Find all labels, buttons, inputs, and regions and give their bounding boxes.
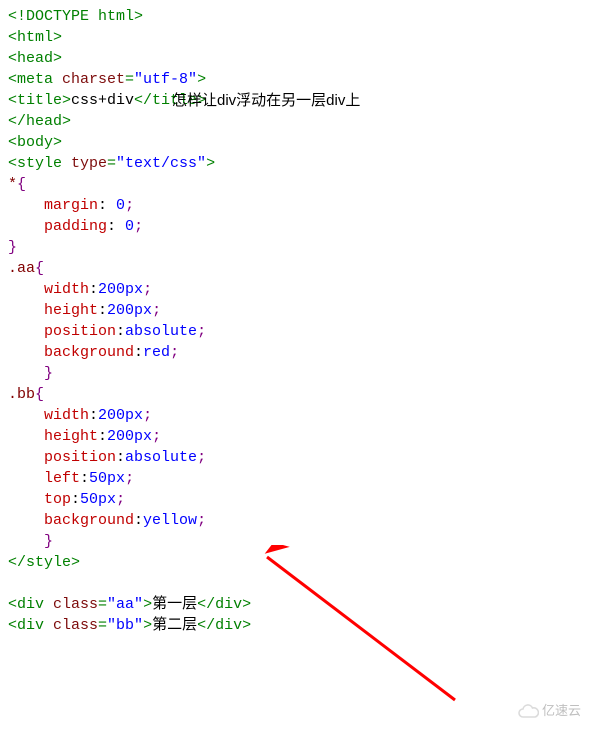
css-val: 50px xyxy=(80,491,116,508)
css-val: 0 xyxy=(116,218,134,235)
tag-close: </div> xyxy=(197,596,251,613)
equals: = xyxy=(125,71,134,88)
tag-close: > xyxy=(143,617,152,634)
brace: } xyxy=(44,533,53,550)
code-line: <div xyxy=(8,617,53,634)
cloud-icon xyxy=(517,703,539,719)
attr-name: class xyxy=(53,596,98,613)
brace: { xyxy=(17,176,26,193)
overlay-chinese-text: 怎样让div浮动在另一层div上 xyxy=(172,90,360,111)
css-prop: width xyxy=(44,407,89,424)
attr-name: class xyxy=(53,617,98,634)
div-text: 第一层 xyxy=(152,596,197,613)
css-val: yellow xyxy=(143,512,197,529)
css-prop: background xyxy=(44,344,134,361)
tag-close: </div> xyxy=(197,617,251,634)
css-prop: background xyxy=(44,512,134,529)
css-prop: height xyxy=(44,302,98,319)
attr-value: "bb" xyxy=(107,617,143,634)
css-prop: margin xyxy=(44,197,98,214)
code-line: </style> xyxy=(8,554,80,571)
css-val: 0 xyxy=(107,197,125,214)
css-val: 200px xyxy=(107,428,152,445)
css-val: 200px xyxy=(98,281,143,298)
css-val: 200px xyxy=(107,302,152,319)
code-line: <div xyxy=(8,596,53,613)
brace: } xyxy=(44,365,53,382)
equals: = xyxy=(107,155,116,172)
css-val: absolute xyxy=(125,323,197,340)
brace: } xyxy=(8,239,17,256)
css-selector: .bb xyxy=(8,386,35,403)
brace: { xyxy=(35,260,44,277)
css-val: red xyxy=(143,344,170,361)
css-prop: top xyxy=(44,491,71,508)
watermark-text: 亿速云 xyxy=(542,700,581,721)
attr-name: charset xyxy=(62,71,125,88)
code-line: <html> xyxy=(8,29,62,46)
code-line: <title> xyxy=(8,92,71,109)
tag-close: > xyxy=(143,596,152,613)
code-line: <body> xyxy=(8,134,62,151)
code-line: <head> xyxy=(8,50,62,67)
css-prop: position xyxy=(44,323,116,340)
css-val: 50px xyxy=(89,470,125,487)
equals: = xyxy=(98,617,107,634)
brace: { xyxy=(35,386,44,403)
attr-name: type xyxy=(71,155,107,172)
tag-close: > xyxy=(206,155,215,172)
css-val: 200px xyxy=(98,407,143,424)
css-selector: * xyxy=(8,176,17,193)
code-line: <style xyxy=(8,155,71,172)
css-prop: position xyxy=(44,449,116,466)
title-text: css+div xyxy=(71,92,134,109)
css-prop: width xyxy=(44,281,89,298)
equals: = xyxy=(98,596,107,613)
watermark: 亿速云 xyxy=(517,700,581,721)
attr-value: "utf-8" xyxy=(134,71,197,88)
code-line: <meta xyxy=(8,71,62,88)
css-prop: left xyxy=(44,470,80,487)
code-line: <!DOCTYPE html> xyxy=(8,8,143,25)
tag-close: > xyxy=(197,71,206,88)
attr-value: "text/css" xyxy=(116,155,206,172)
div-text: 第二层 xyxy=(152,617,197,634)
css-prop: height xyxy=(44,428,98,445)
code-line: </head> xyxy=(8,113,71,130)
attr-value: "aa" xyxy=(107,596,143,613)
css-val: absolute xyxy=(125,449,197,466)
css-prop: padding xyxy=(44,218,107,235)
css-selector: .aa xyxy=(8,260,35,277)
